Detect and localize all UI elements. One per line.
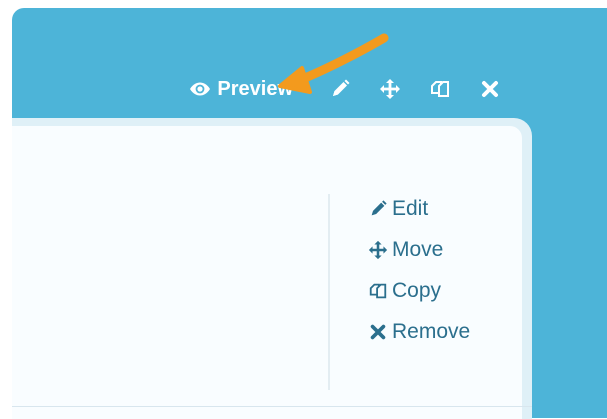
pencil-icon: [368, 199, 388, 219]
move-toolbar-button[interactable]: [379, 78, 401, 100]
menu-divider: [328, 194, 330, 390]
move-icon: [380, 79, 400, 99]
eye-icon: [190, 82, 211, 96]
question-actions-menu: Edit Move Copy Remove: [368, 188, 470, 352]
copy-toolbar-button[interactable]: [429, 78, 451, 100]
menu-item-label: Copy: [392, 278, 442, 302]
move-icon: [368, 240, 388, 260]
card-bottom-edge: [12, 406, 532, 407]
screenshot: Preview Edit Move Copy Remove: [0, 0, 607, 419]
menu-item-remove[interactable]: Remove: [368, 311, 470, 352]
remove-toolbar-button[interactable]: [479, 78, 501, 100]
menu-item-label: Remove: [392, 319, 471, 343]
menu-item-label: Edit: [392, 196, 429, 220]
copy-icon: [431, 81, 449, 97]
menu-item-copy[interactable]: Copy: [368, 270, 470, 311]
menu-item-label: Move: [392, 237, 444, 261]
close-icon: [368, 322, 388, 342]
menu-item-edit[interactable]: Edit: [368, 188, 470, 229]
pencil-icon: [333, 79, 350, 96]
preview-button[interactable]: Preview: [189, 78, 293, 101]
preview-label: Preview: [217, 77, 293, 100]
question-card: Edit Move Copy Remove: [12, 126, 522, 419]
copy-icon: [368, 281, 388, 301]
menu-item-move[interactable]: Move: [368, 229, 470, 270]
edit-toolbar-button[interactable]: [329, 78, 351, 100]
close-icon: [482, 81, 498, 97]
question-toolbar: Preview: [189, 72, 515, 106]
